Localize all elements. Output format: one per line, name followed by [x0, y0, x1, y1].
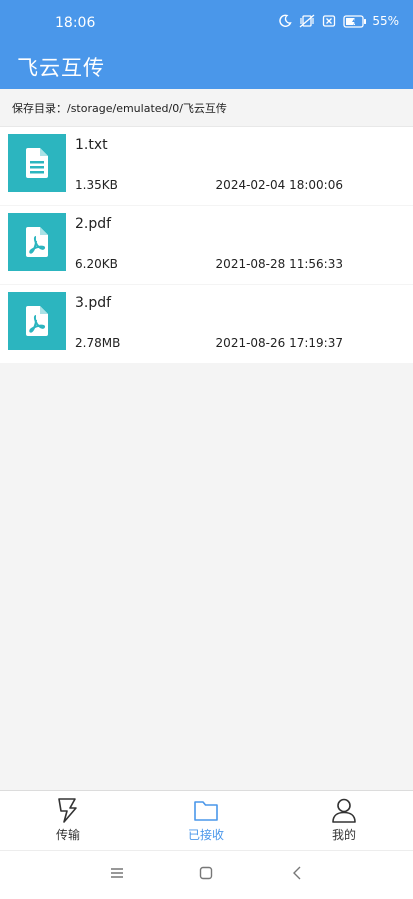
file-size: 6.20KB [75, 257, 118, 271]
tab-transfer[interactable]: 传输 [28, 797, 108, 843]
file-name: 2.pdf [75, 216, 112, 232]
file-list: 1.txt 1.35KB 2024-02-04 18:00:06 2.pdf 6… [0, 127, 413, 364]
file-date: 2024-02-04 18:00:06 [215, 178, 343, 192]
moon-icon [279, 14, 292, 27]
file-name: 1.txt [75, 137, 108, 153]
save-directory-bar: 保存目录：/storage/emulated/0/飞云互传 [0, 89, 413, 127]
system-nav-bar [0, 850, 413, 899]
file-date: 2021-08-26 17:19:37 [215, 336, 343, 350]
person-icon [332, 798, 356, 823]
pdf-file-icon [8, 292, 66, 350]
bottom-nav: 传输 已接收 我的 [0, 790, 413, 851]
battery-charging-icon [343, 14, 367, 28]
battery-percent: 55% [372, 14, 399, 28]
lightning-icon [58, 798, 77, 823]
home-icon[interactable] [198, 865, 214, 881]
menu-icon[interactable] [109, 865, 125, 881]
tab-received[interactable]: 已接收 [166, 797, 246, 843]
tab-transfer-label: 传输 [55, 828, 80, 842]
text-file-icon [8, 134, 66, 192]
file-item-2[interactable]: 2.pdf 6.20KB 2021-08-28 11:56:33 [0, 206, 413, 284]
file-size: 2.78MB [75, 336, 121, 350]
tab-mine[interactable]: 我的 [304, 797, 384, 843]
status-time: 18:06 [55, 15, 96, 31]
folder-icon [194, 801, 218, 821]
file-date: 2021-08-28 11:56:33 [215, 257, 343, 271]
mute-vibrate-icon [299, 14, 315, 28]
tab-received-label: 已接收 [187, 828, 224, 842]
tab-mine-label: 我的 [331, 828, 356, 842]
back-icon[interactable] [290, 865, 306, 881]
app-header: 18:06 55% 飞云互传 [0, 0, 413, 89]
file-size: 1.35KB [75, 178, 118, 192]
save-directory-label: 保存目录：/storage/emulated/0/飞云互传 [12, 102, 227, 115]
file-name: 3.pdf [75, 295, 112, 311]
page-title: 飞云互传 [17, 56, 105, 80]
sim-off-icon [323, 15, 336, 27]
file-item-1[interactable]: 1.txt 1.35KB 2024-02-04 18:00:06 [0, 127, 413, 205]
pdf-file-icon [8, 213, 66, 271]
file-item-3[interactable]: 3.pdf 2.78MB 2021-08-26 17:19:37 [0, 285, 413, 363]
status-icons: 55% [278, 14, 399, 28]
